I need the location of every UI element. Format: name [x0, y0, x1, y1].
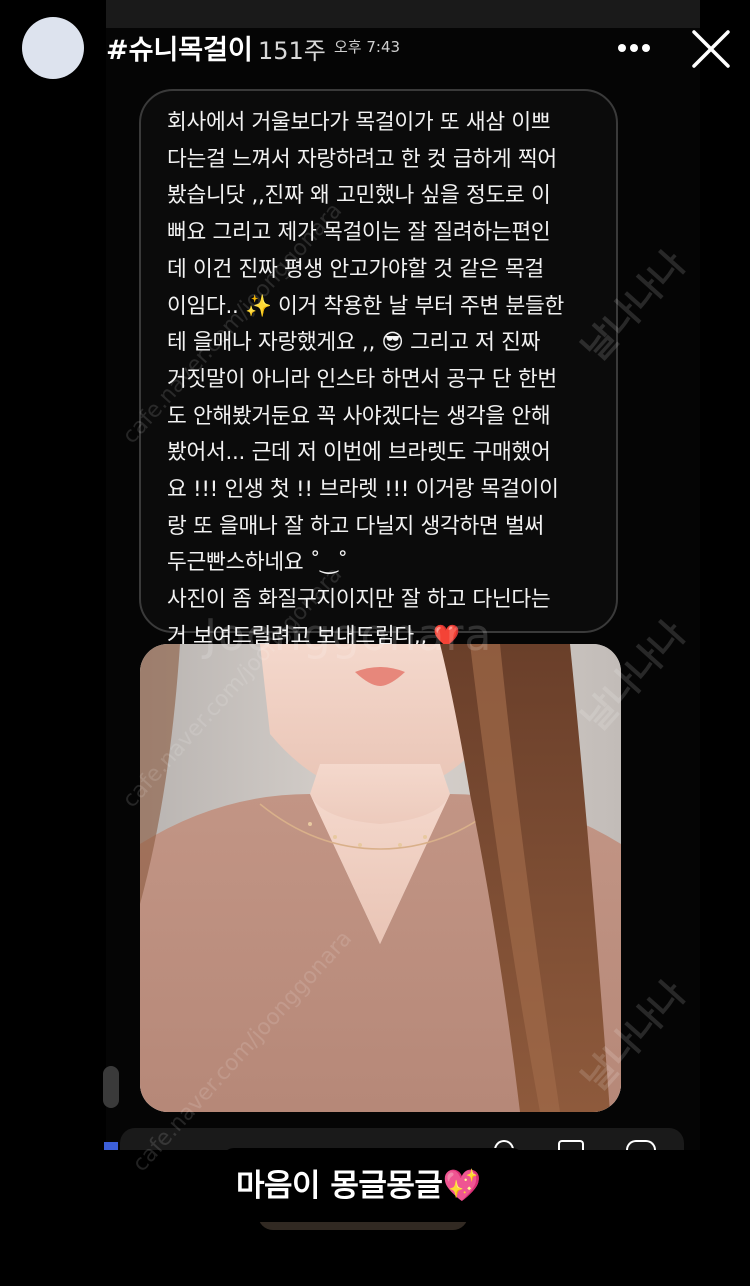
timestamp: 오후 7:43 [334, 38, 401, 56]
more-horizontal-icon [618, 44, 626, 52]
message-text: 회사에서 거울보다가 목걸이가 또 새삼 이쁘 다는걸 느껴서 자랑하려고 한 … [167, 110, 564, 649]
message-bubble: 회사에서 거울보다가 목걸이가 또 새삼 이쁘 다는걸 느껴서 자랑하려고 한 … [139, 89, 618, 649]
more-button[interactable] [612, 30, 656, 66]
close-button[interactable] [688, 26, 734, 72]
caption-text: 마음이 몽글몽글💖 [236, 1160, 481, 1205]
post-age: 151주 [258, 37, 326, 65]
caption-label: 마음이 몽글몽글 [236, 1168, 443, 1204]
share-icon[interactable] [626, 1140, 656, 1150]
username[interactable]: #슈니목걸이 [106, 28, 253, 67]
close-icon [692, 30, 730, 68]
necklace-photo [140, 644, 621, 1112]
avatar[interactable] [22, 17, 84, 79]
story-header: #슈니목걸이 151주 오후 7:43 [0, 0, 750, 100]
sparkling-heart-icon: 💖 [442, 1168, 481, 1204]
reaction-indicator [103, 1066, 119, 1108]
send-icon[interactable] [558, 1140, 584, 1150]
shared-photo[interactable] [140, 644, 621, 1112]
